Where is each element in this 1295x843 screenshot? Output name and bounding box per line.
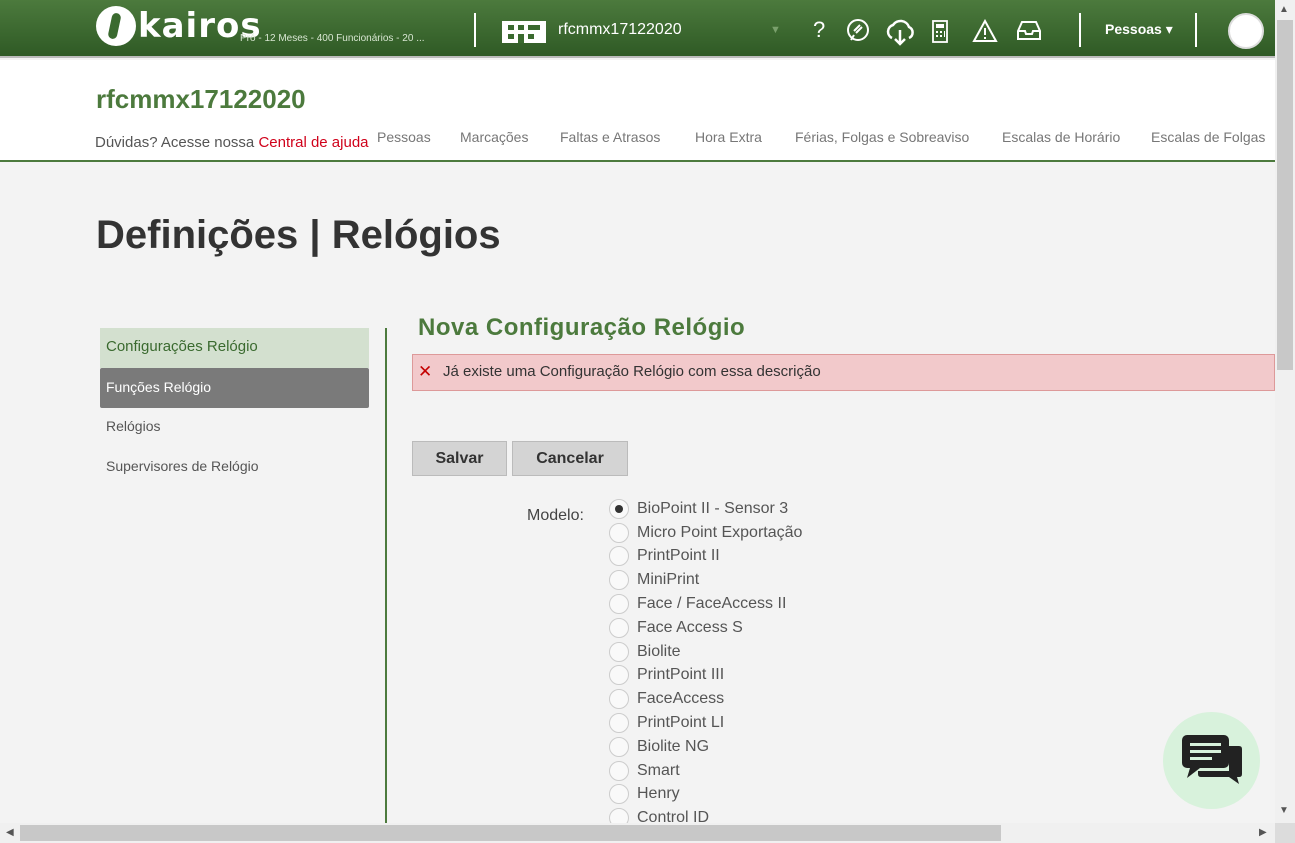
sidebar-item-relogios[interactable]: Relógios (100, 407, 369, 447)
model-label: Modelo: (527, 507, 584, 524)
scroll-up-icon[interactable]: ▲ (1279, 4, 1289, 15)
model-option-label: Micro Point Exportação (637, 523, 803, 541)
model-option-label: Biolite (637, 642, 681, 660)
building-icon[interactable] (502, 21, 546, 43)
model-option[interactable]: Henry (609, 783, 869, 807)
model-option[interactable]: Biolite NG (609, 735, 869, 759)
radio-button[interactable] (609, 498, 629, 519)
model-option-label: FaceAccess (637, 690, 725, 708)
top-bar: kairos Pró - 12 Meses - 400 Funcionários… (0, 0, 1275, 58)
scrollbar-corner (1275, 823, 1295, 843)
error-message: Já existe uma Configuração Relógio com e… (443, 363, 821, 380)
horizontal-scrollbar-thumb[interactable] (20, 825, 1001, 841)
model-option[interactable]: BioPoint II - Sensor 3 (609, 497, 869, 521)
model-option[interactable]: Smart (609, 759, 869, 783)
radio-button[interactable] (609, 546, 629, 567)
company-selector[interactable]: rfcmmx17122020 (558, 21, 682, 39)
nav-marcacoes[interactable]: Marcações (460, 129, 528, 145)
page-title: Definições | Relógios (96, 213, 501, 257)
model-option[interactable]: FaceAccess (609, 687, 869, 711)
model-option-label: Smart (637, 761, 680, 779)
warning-icon[interactable] (972, 19, 998, 43)
radio-button[interactable] (609, 570, 629, 591)
radio-button[interactable] (609, 594, 629, 615)
model-option-label: Biolite NG (637, 737, 710, 755)
divider (1079, 13, 1081, 47)
caret-down-icon: ▾ (1165, 21, 1173, 37)
calculator-icon[interactable] (931, 20, 949, 44)
radio-button[interactable] (609, 617, 629, 638)
model-option[interactable]: Face / FaceAccess II (609, 592, 869, 616)
people-menu-label: Pessoas (1105, 21, 1162, 37)
model-radio-group: BioPoint II - Sensor 3 Micro Point Export… (609, 497, 869, 823)
radio-button[interactable] (609, 760, 629, 781)
model-option[interactable]: MiniPrint (609, 568, 869, 592)
help-text: Dúvidas? Acesse nossa Central de ajuda (95, 134, 369, 151)
divider (1195, 13, 1197, 47)
model-option-label: BioPoint II - Sensor 3 (637, 499, 789, 517)
radio-button[interactable] (609, 665, 629, 686)
scroll-left-icon[interactable]: ◀ (6, 827, 14, 838)
nav-pessoas[interactable]: Pessoas (377, 129, 431, 145)
radio-button[interactable] (609, 736, 629, 757)
scroll-down-icon[interactable]: ▼ (1279, 805, 1289, 816)
radio-button[interactable] (609, 784, 629, 805)
radio-button[interactable] (609, 808, 629, 823)
error-alert: ✕ Já existe uma Configuração Relógio com… (412, 354, 1275, 391)
chevron-down-icon[interactable]: ▼ (770, 24, 781, 36)
model-option[interactable]: PrintPoint LI (609, 711, 869, 735)
model-option[interactable]: Control ID (609, 806, 869, 823)
radio-button[interactable] (609, 713, 629, 734)
form-title: Nova Configuração Relógio (418, 314, 746, 341)
nav-escalas-folgas[interactable]: Escalas de Folgas (1151, 129, 1265, 145)
kairos-logo[interactable]: kairos (96, 6, 262, 46)
scroll-right-icon[interactable]: ▶ (1259, 827, 1267, 838)
cloud-download-icon[interactable] (884, 18, 916, 46)
cancel-button[interactable]: Cancelar (512, 441, 628, 476)
radio-button[interactable] (609, 641, 629, 662)
sidebar-item-configuracoes-relogio[interactable]: Configurações Relógio (100, 328, 369, 368)
model-option[interactable]: Face Access S (609, 616, 869, 640)
model-option-label: PrintPoint III (637, 666, 725, 684)
save-button[interactable]: Salvar (412, 441, 507, 476)
model-option-label: Control ID (637, 809, 710, 823)
divider (474, 13, 476, 47)
chat-button[interactable] (1163, 712, 1260, 809)
nav-escalas-horario[interactable]: Escalas de Horário (1002, 129, 1120, 145)
avatar[interactable] (1228, 13, 1264, 49)
question-icon[interactable]: ? (813, 17, 825, 43)
plan-text: Pró - 12 Meses - 400 Funcionários - 20 .… (240, 33, 425, 44)
radio-button[interactable] (609, 522, 629, 543)
sidebar-item-funcoes-relogio[interactable]: Funções Relógio (100, 368, 369, 408)
radio-button[interactable] (609, 689, 629, 710)
model-option-label: Henry (637, 785, 680, 803)
sidebar-item-supervisores[interactable]: Supervisores de Relógio (100, 447, 369, 487)
model-option[interactable]: Biolite (609, 640, 869, 664)
vertical-scrollbar-thumb[interactable] (1277, 20, 1293, 370)
model-option[interactable]: PrintPoint III (609, 664, 869, 688)
page-header: rfcmmx17122020 Dúvidas? Acesse nossa Cen… (0, 60, 1275, 162)
model-option-label: MiniPrint (637, 571, 700, 589)
company-title: rfcmmx17122020 (96, 84, 306, 114)
help-prefix: Dúvidas? Acesse nossa (95, 134, 259, 151)
help-center-link[interactable]: Central de ajuda (258, 134, 368, 151)
nav-ferias-folgas[interactable]: Férias, Folgas e Sobreaviso (795, 129, 969, 145)
model-option[interactable]: PrintPoint II (609, 545, 869, 569)
model-option-label: Face / FaceAccess II (637, 595, 787, 613)
model-option-label: Face Access S (637, 618, 743, 636)
model-option-label: PrintPoint LI (637, 714, 725, 732)
sidebar-divider (385, 328, 387, 823)
chat-icon (1182, 735, 1242, 784)
people-menu[interactable]: Pessoas ▾ (1105, 21, 1173, 38)
error-x-icon: ✕ (418, 362, 433, 381)
feedback-icon[interactable] (845, 18, 871, 44)
model-option-label: PrintPoint II (637, 547, 720, 565)
inbox-icon[interactable] (1016, 19, 1042, 41)
logo-icon (96, 6, 136, 46)
nav-faltas-atrasos[interactable]: Faltas e Atrasos (560, 129, 660, 145)
model-option[interactable]: Micro Point Exportação (609, 521, 869, 545)
nav-hora-extra[interactable]: Hora Extra (695, 129, 762, 145)
